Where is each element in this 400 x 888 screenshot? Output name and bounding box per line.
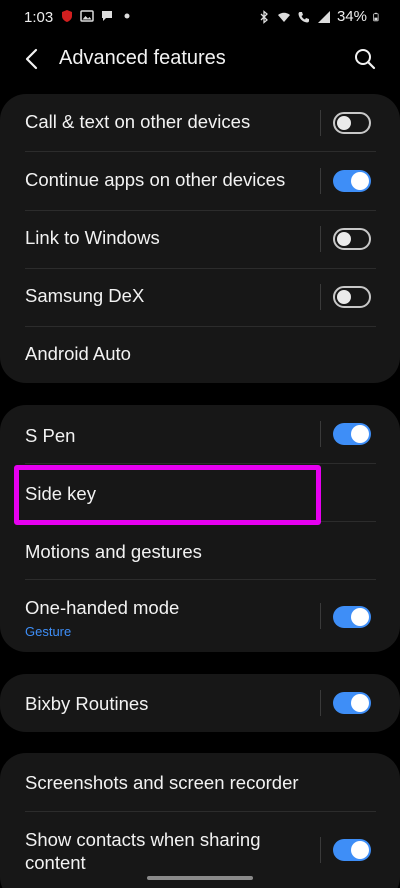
setting-s-pen[interactable]: S Pen [0, 405, 400, 463]
image-icon [80, 10, 94, 22]
dot-icon [124, 13, 130, 19]
system-icons: 34% [257, 8, 382, 25]
setting-label: Motions and gestures [25, 541, 202, 562]
toggle-switch-off[interactable] [333, 228, 371, 250]
bluetooth-icon [260, 9, 268, 24]
setting-label: Samsung DeX [25, 285, 145, 306]
setting-label: Call & text on other devices [25, 111, 251, 132]
settings-group-sharing: Screenshots and screen recorder Show con… [0, 753, 400, 888]
toggle-switch-on[interactable] [333, 423, 371, 445]
separator [320, 603, 321, 629]
battery-icon [373, 12, 379, 21]
setting-label: S Pen [25, 425, 76, 446]
setting-call-text-other-devices[interactable]: Call & text on other devices [0, 94, 400, 152]
status-time: 1:03 [24, 9, 54, 26]
setting-label: Show contacts when sharing [25, 829, 261, 850]
notification-icons [60, 9, 134, 23]
toggle-switch-on[interactable] [333, 170, 371, 192]
app-header: Advanced features [0, 34, 400, 84]
settings-group-connectivity: Call & text on other devices Continue ap… [0, 94, 400, 383]
setting-label: Bixby Routines [25, 693, 149, 714]
call-icon [298, 11, 309, 22]
page-title: Advanced features [59, 47, 226, 69]
setting-label: Android Auto [25, 343, 131, 364]
setting-label-line2: content [25, 852, 86, 873]
setting-one-handed-mode[interactable]: One-handed mode Gesture [0, 579, 400, 652]
message-icon [102, 11, 112, 21]
setting-continue-apps[interactable]: Continue apps on other devices [0, 152, 400, 210]
setting-label: One-handed mode [25, 597, 180, 618]
setting-subtitle: Gesture [25, 624, 72, 639]
setting-label: Continue apps on other devices [25, 169, 286, 190]
setting-show-contacts-sharing[interactable]: Show contacts when sharing content [0, 811, 400, 881]
home-indicator[interactable] [147, 876, 253, 880]
toggle-switch-off[interactable] [333, 112, 371, 134]
setting-label: Screenshots and screen recorder [25, 772, 299, 793]
search-icon[interactable] [352, 46, 378, 72]
toggle-switch-on[interactable] [333, 839, 371, 861]
wifi-icon [277, 12, 290, 22]
toggle-switch-off[interactable] [333, 286, 371, 308]
toggle-switch-on[interactable] [333, 692, 371, 714]
setting-link-to-windows[interactable]: Link to Windows [0, 210, 400, 268]
shield-icon [62, 10, 72, 22]
separator [320, 226, 321, 252]
setting-label: Link to Windows [25, 227, 160, 248]
toggle-switch-on[interactable] [333, 606, 371, 628]
setting-android-auto[interactable]: Android Auto [0, 326, 400, 383]
separator [320, 690, 321, 716]
signal-icon [317, 10, 330, 23]
battery-percent: 34% [336, 8, 367, 25]
settings-group-bixby: Bixby Routines [0, 674, 400, 732]
separator [320, 168, 321, 194]
back-arrow-icon[interactable] [20, 46, 46, 72]
separator [320, 837, 321, 863]
highlight-box [14, 465, 321, 525]
status-bar: 1:03 34% [0, 0, 400, 34]
setting-bixby-routines[interactable]: Bixby Routines [0, 674, 400, 732]
setting-samsung-dex[interactable]: Samsung DeX [0, 268, 400, 326]
setting-screenshots-recorder[interactable]: Screenshots and screen recorder [0, 753, 400, 811]
separator [320, 110, 321, 136]
separator [320, 421, 321, 447]
setting-motions-gestures[interactable]: Motions and gestures [0, 521, 400, 579]
settings-group-input: S Pen Side key Motions and gestures One-… [0, 405, 400, 652]
separator [320, 284, 321, 310]
